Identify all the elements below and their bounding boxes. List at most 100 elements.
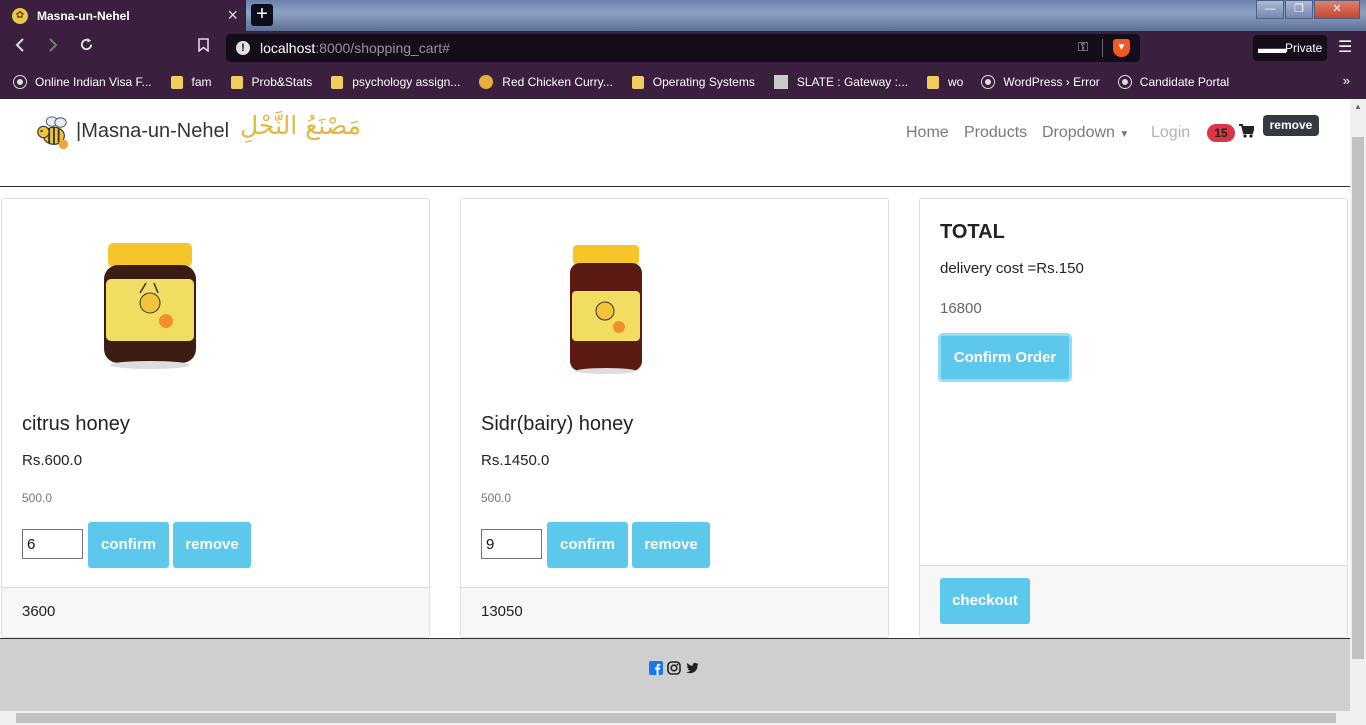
bee-logo-icon[interactable] xyxy=(33,113,71,151)
product-weight: 500.0 xyxy=(481,491,512,505)
cart-item-card: Sidr(bairy) honey Rs.1450.0 500.0 confir… xyxy=(460,198,889,638)
private-glasses-icon: ▬▬ xyxy=(1258,40,1286,56)
cart-item-card: citrus honey Rs.600.0 500.0 confirm remo… xyxy=(1,198,430,638)
folder-icon xyxy=(331,75,344,89)
bookmark-label: wo xyxy=(947,75,964,89)
browser-menu-icon[interactable]: ☰ xyxy=(1338,37,1352,57)
folder-icon xyxy=(170,75,183,89)
page-viewport: |Masna-un-Nehel مَصْنَعُ النَّحْلِ Home … xyxy=(0,99,1350,711)
checkout-button[interactable]: checkout xyxy=(940,578,1030,624)
remove-button[interactable]: remove xyxy=(632,522,710,568)
cart-icon[interactable] xyxy=(1239,124,1254,138)
folder-icon xyxy=(631,75,644,89)
private-label: Private xyxy=(1285,41,1323,55)
bookmark-icon[interactable] xyxy=(198,37,209,57)
minimize-button[interactable]: — xyxy=(1256,0,1284,19)
site-header: |Masna-un-Nehel مَصْنَعُ النَّحْلِ Home … xyxy=(0,99,1350,187)
bookmark-item[interactable]: fam xyxy=(170,75,212,89)
facebook-icon[interactable] xyxy=(649,661,663,675)
subtotal-value: 13050 xyxy=(481,603,523,620)
nav-login[interactable]: Login xyxy=(1151,124,1190,142)
vertical-scrollbar[interactable]: ▲ xyxy=(1350,99,1366,711)
site-info-icon[interactable]: ! xyxy=(236,41,250,55)
slate-icon xyxy=(773,75,788,89)
cart-count-badge: 15 xyxy=(1207,124,1235,142)
brand-arabic-logo: مَصْنَعُ النَّحْلِ xyxy=(240,111,362,140)
private-window-indicator[interactable]: ▬▬ Private xyxy=(1253,35,1327,61)
bookmark-item[interactable]: psychology assign... xyxy=(331,75,460,89)
bookmark-label: Operating Systems xyxy=(652,75,755,89)
product-name: citrus honey xyxy=(22,413,130,435)
total-title: TOTAL xyxy=(940,221,1005,243)
bookmark-label: Prob&Stats xyxy=(251,75,313,89)
confirm-button[interactable]: confirm xyxy=(88,522,169,568)
globe-icon xyxy=(14,76,26,88)
bookmark-item[interactable]: Operating Systems xyxy=(631,75,755,89)
window-titlebar: ✿ Masna-un-Nehel × + — ❐ ✕ xyxy=(0,0,1366,31)
social-links xyxy=(649,661,699,675)
window-controls: — ❐ ✕ xyxy=(1255,0,1360,19)
confirm-button[interactable]: confirm xyxy=(547,522,628,568)
product-price: Rs.1450.0 xyxy=(481,452,550,469)
browser-tab[interactable]: ✿ Masna-un-Nehel × xyxy=(0,0,246,31)
nav-home[interactable]: Home xyxy=(906,124,949,142)
subtotal-value: 3600 xyxy=(22,603,56,620)
reload-icon[interactable] xyxy=(79,37,94,57)
item-subtotal: 13050 xyxy=(461,587,888,637)
nav-dropdown-label: Dropdown xyxy=(1042,124,1115,141)
brave-shield-icon[interactable]: ▼ xyxy=(1113,39,1130,57)
caret-down-icon: ▼ xyxy=(1119,129,1130,140)
key-icon[interactable]: ⚿ xyxy=(1078,39,1088,55)
remove-tag-button[interactable]: remove xyxy=(1263,115,1319,136)
bookmark-label: SLATE : Gateway :... xyxy=(796,75,908,89)
new-tab-button[interactable]: + xyxy=(251,4,273,26)
scrollbar-thumb[interactable] xyxy=(16,713,1336,723)
nav-products[interactable]: Products xyxy=(964,124,1027,142)
product-weight: 500.0 xyxy=(22,491,53,505)
folder-icon xyxy=(230,75,243,89)
tab-title: Masna-un-Nehel xyxy=(37,8,130,23)
remove-button[interactable]: remove xyxy=(173,522,251,568)
total-amount: 16800 xyxy=(940,300,982,317)
site-icon xyxy=(479,75,494,89)
checkout-footer: checkout xyxy=(920,565,1347,637)
quantity-input[interactable] xyxy=(22,529,83,559)
forward-icon[interactable] xyxy=(47,37,59,57)
more-bookmarks-icon[interactable]: » xyxy=(1343,73,1350,88)
globe-icon xyxy=(1118,76,1131,88)
scroll-up-icon[interactable]: ▲ xyxy=(1354,102,1362,111)
scrollbar-thumb[interactable] xyxy=(1352,137,1364,659)
bookmark-label: psychology assign... xyxy=(352,75,461,89)
site-footer xyxy=(0,638,1350,711)
citrus-honey-jar-image xyxy=(104,243,196,369)
twitter-icon[interactable] xyxy=(685,661,699,675)
globe-icon xyxy=(982,76,995,88)
bee-favicon-icon: ✿ xyxy=(12,7,28,24)
quantity-input[interactable] xyxy=(481,529,542,559)
nav-dropdown[interactable]: Dropdown ▼ xyxy=(1042,124,1129,142)
back-icon[interactable] xyxy=(14,37,26,57)
confirm-order-button[interactable]: Confirm Order xyxy=(938,333,1072,382)
delivery-cost: delivery cost =Rs.150 xyxy=(940,260,1084,277)
bookmark-label: Candidate Portal xyxy=(1139,75,1230,89)
item-subtotal: 3600 xyxy=(2,587,429,637)
instagram-icon[interactable] xyxy=(667,661,681,675)
window-close-button[interactable]: ✕ xyxy=(1314,0,1360,19)
horizontal-scrollbar[interactable] xyxy=(0,711,1366,725)
bookmark-item[interactable]: WordPress › Error xyxy=(982,75,1100,89)
tab-close-icon[interactable]: × xyxy=(227,5,238,26)
bookmark-item[interactable]: Candidate Portal xyxy=(1118,75,1230,89)
maximize-button[interactable]: ❐ xyxy=(1285,0,1313,19)
bookmark-label: WordPress › Error xyxy=(1003,75,1100,89)
product-name: Sidr(bairy) honey xyxy=(481,413,634,435)
bookmark-item[interactable]: SLATE : Gateway :... xyxy=(773,75,908,89)
bookmark-item[interactable]: Online Indian Visa F... xyxy=(14,75,152,89)
bookmark-item[interactable]: Red Chicken Curry... xyxy=(479,75,613,89)
bookmark-item[interactable]: wo xyxy=(926,75,964,89)
product-price: Rs.600.0 xyxy=(22,452,83,469)
address-bar[interactable]: ! localhost:8000/shopping_cart# ⚿ ▼ xyxy=(226,34,1140,62)
url-text: localhost:8000/shopping_cart# xyxy=(260,40,450,56)
bookmark-item[interactable]: Prob&Stats xyxy=(230,75,313,89)
sidr-honey-jar-image xyxy=(570,245,642,374)
brand-name[interactable]: |Masna-un-Nehel xyxy=(76,120,229,143)
